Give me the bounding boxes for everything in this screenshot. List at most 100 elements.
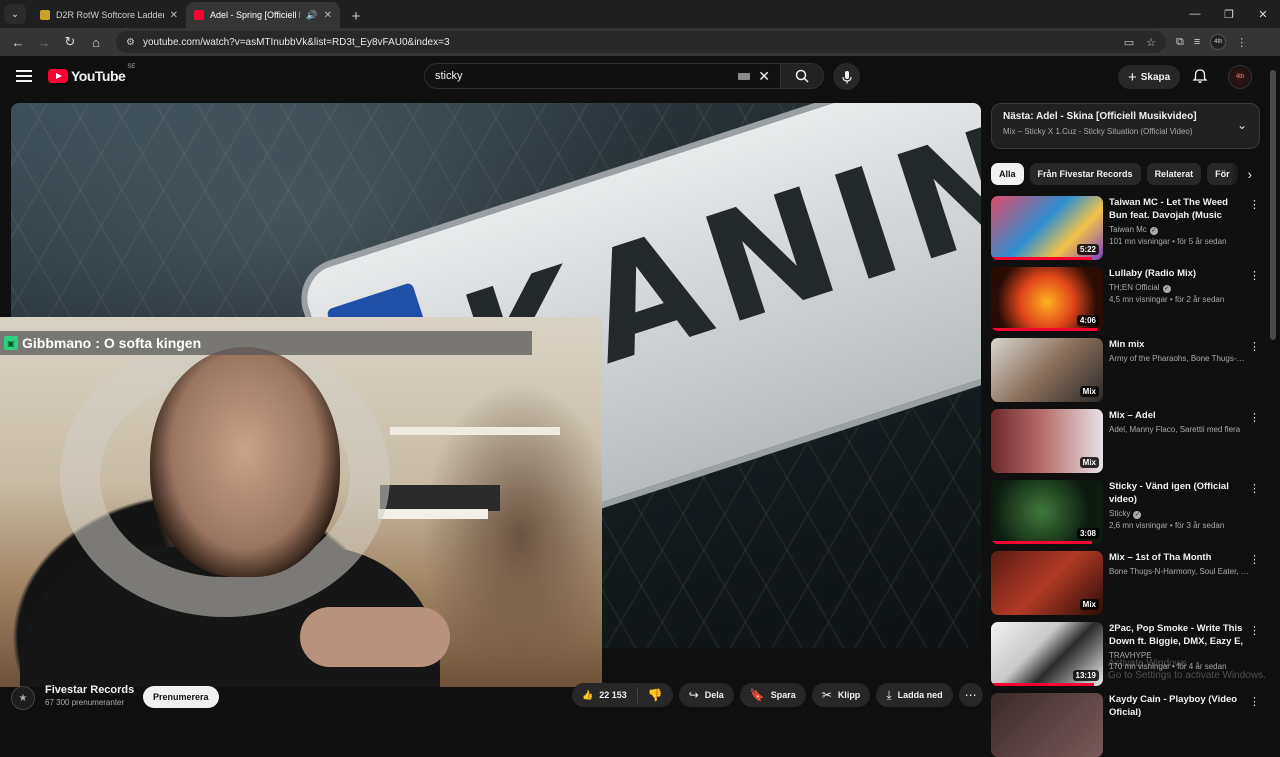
chip-related[interactable]: Relaterat bbox=[1146, 163, 1202, 185]
tab-favicon-icon bbox=[40, 10, 50, 20]
video-channel[interactable]: Taiwan Mc ✓ bbox=[1109, 225, 1249, 235]
more-vertical-icon[interactable]: ⋮ bbox=[1249, 695, 1260, 708]
tab-close-icon[interactable]: ✕ bbox=[324, 10, 332, 21]
create-button[interactable]: + Skapa bbox=[1118, 65, 1181, 89]
video-thumbnail[interactable]: 13:19 bbox=[991, 622, 1103, 686]
share-button[interactable]: ↪ Dela bbox=[678, 683, 734, 707]
more-vertical-icon[interactable]: ⋮ bbox=[1249, 411, 1260, 424]
list-item[interactable]: Mix Mix – Adel Adel, Manny Flaco, Sarett… bbox=[991, 409, 1260, 473]
window-controls: — ❐ ✕ bbox=[1178, 0, 1280, 28]
video-title[interactable]: 2Pac, Pop Smoke - Write This Down ft. Bi… bbox=[1109, 622, 1249, 648]
notifications-button[interactable] bbox=[1192, 68, 1208, 89]
more-vertical-icon[interactable]: ⋮ bbox=[1249, 553, 1260, 566]
verified-icon: ✓ bbox=[1133, 511, 1142, 519]
video-title[interactable]: Kaydy Cain - Playboy (Video Oficial) bbox=[1109, 693, 1249, 719]
browser-menu-icon[interactable]: ⋮ bbox=[1236, 36, 1247, 49]
video-channel[interactable]: Sticky ✓ bbox=[1109, 509, 1249, 519]
bookmark-star-icon[interactable]: ☆ bbox=[1146, 36, 1156, 49]
new-tab-button[interactable]: + bbox=[344, 4, 368, 28]
video-title[interactable]: Min mix bbox=[1109, 338, 1249, 351]
video-channel[interactable]: Bone Thugs-N-Harmony, Soul Eater, Mo ... bbox=[1109, 567, 1249, 576]
restore-icon[interactable]: ❐ bbox=[1212, 0, 1246, 28]
list-item[interactable]: 5:22 Taiwan MC - Let The Weed Bun feat. … bbox=[991, 196, 1260, 260]
clip-button[interactable]: ✂ Klipp bbox=[811, 683, 871, 707]
video-channel[interactable]: TH;EN Official ✓ bbox=[1109, 283, 1249, 293]
video-meta: Lullaby (Radio Mix) TH;EN Official ✓ 4,5 … bbox=[1109, 267, 1249, 331]
more-vertical-icon[interactable]: ⋮ bbox=[1249, 269, 1260, 282]
video-thumbnail[interactable]: Mix bbox=[991, 551, 1103, 615]
chip-from-channel[interactable]: Från Fivestar Records bbox=[1029, 163, 1141, 185]
list-item[interactable]: Kaydy Cain - Playboy (Video Oficial) ⋮ bbox=[991, 693, 1260, 757]
page-scrollbar[interactable] bbox=[1270, 70, 1276, 340]
video-channel[interactable]: Adel, Manny Flaco, Sarettii med flera bbox=[1109, 425, 1249, 434]
video-thumbnail[interactable] bbox=[991, 693, 1103, 757]
browser-tab-1[interactable]: D2R RotW Softcore Ladder Tra ✕ bbox=[32, 2, 186, 28]
list-item[interactable]: 3:08 Sticky - Vänd igen (Official video)… bbox=[991, 480, 1260, 544]
tab-close-icon[interactable]: ✕ bbox=[170, 10, 178, 21]
chevron-down-icon[interactable]: ⌄ bbox=[1237, 118, 1247, 132]
more-vertical-icon[interactable]: ⋮ bbox=[1249, 482, 1260, 495]
video-actions-row: ★ Fivestar Records 67 300 prenumeranter … bbox=[0, 682, 990, 720]
save-button[interactable]: 🔖 Spara bbox=[739, 683, 806, 707]
list-item[interactable]: 4:06 Lullaby (Radio Mix) TH;EN Official ✓… bbox=[991, 267, 1260, 331]
like-button[interactable]: 👍 22 153 bbox=[572, 687, 638, 703]
video-channel[interactable]: Army of the Pharaohs, Bone Thugs-N-Ha... bbox=[1109, 354, 1249, 363]
browser-tab-2[interactable]: Adel - Spring [Officiell Musi 🔊 ✕ bbox=[186, 2, 340, 28]
back-icon[interactable]: ← bbox=[6, 30, 30, 54]
extensions-icon[interactable]: ⧉ bbox=[1176, 36, 1184, 49]
youtube-logo[interactable]: YouTube SE bbox=[48, 64, 135, 84]
clear-search-icon[interactable]: ✕ bbox=[758, 68, 770, 85]
video-title[interactable]: Mix – 1st of Tha Month bbox=[1109, 551, 1249, 564]
video-duration: Mix bbox=[1079, 457, 1099, 468]
list-item[interactable]: Mix Mix – 1st of Tha Month Bone Thugs-N-… bbox=[991, 551, 1260, 615]
plus-icon: + bbox=[1128, 68, 1137, 86]
more-vertical-icon[interactable]: ⋮ bbox=[1249, 624, 1260, 637]
search-field[interactable]: ✕ bbox=[424, 63, 780, 89]
chip-all[interactable]: Alla bbox=[991, 163, 1024, 185]
video-thumbnail[interactable]: Mix bbox=[991, 338, 1103, 402]
more-vertical-icon[interactable]: ⋮ bbox=[1249, 340, 1260, 353]
reload-icon[interactable]: ↻ bbox=[58, 30, 82, 54]
video-thumbnail[interactable]: 5:22 bbox=[991, 196, 1103, 260]
cast-icon[interactable]: ▭ bbox=[1124, 36, 1134, 49]
video-title[interactable]: Mix – Adel bbox=[1109, 409, 1249, 422]
minimize-icon[interactable]: — bbox=[1178, 0, 1212, 28]
hamburger-menu-icon[interactable] bbox=[16, 68, 32, 84]
site-info-icon[interactable]: ⚙ bbox=[126, 37, 135, 48]
account-avatar[interactable]: 4th bbox=[1228, 65, 1252, 89]
thumbs-up-icon: 👍 bbox=[582, 689, 594, 700]
channel-name[interactable]: Fivestar Records bbox=[45, 684, 134, 696]
voice-search-button[interactable] bbox=[833, 63, 860, 90]
list-item[interactable]: Mix Min mix Army of the Pharaohs, Bone T… bbox=[991, 338, 1260, 402]
tab-search-menu-icon[interactable]: ⌄ bbox=[4, 4, 26, 24]
channel-avatar[interactable]: ★ bbox=[11, 686, 35, 710]
video-duration: Mix bbox=[1079, 599, 1099, 610]
forward-icon[interactable]: → bbox=[32, 30, 56, 54]
window-close-icon[interactable]: ✕ bbox=[1246, 0, 1280, 28]
video-thumbnail[interactable]: 4:06 bbox=[991, 267, 1103, 331]
video-title[interactable]: Sticky - Vänd igen (Official video) bbox=[1109, 480, 1249, 506]
chevron-right-icon[interactable]: › bbox=[1230, 163, 1260, 185]
chat-badge-icon: ▣ bbox=[4, 336, 18, 350]
profile-avatar[interactable]: 4th bbox=[1210, 34, 1227, 50]
search-button[interactable] bbox=[780, 63, 824, 89]
address-bar[interactable]: ⚙ youtube.com/watch?v=asMTInubbVk&list=R… bbox=[116, 31, 1166, 53]
watch-progress-bar bbox=[991, 257, 1092, 260]
browser-tab-bar: ⌄ D2R RotW Softcore Ladder Tra ✕ Adel - … bbox=[0, 0, 1280, 28]
video-title[interactable]: Taiwan MC - Let The Weed Bun feat. Davoj… bbox=[1109, 196, 1249, 222]
download-button[interactable]: ⤓ Ladda ned bbox=[876, 683, 953, 707]
dislike-button[interactable]: 👎 bbox=[638, 688, 673, 702]
up-next-card[interactable]: Nästa: Adel - Skina [Officiell Musikvide… bbox=[991, 103, 1260, 149]
video-thumbnail[interactable]: 3:08 bbox=[991, 480, 1103, 544]
background-tv bbox=[380, 485, 500, 511]
media-controls-icon[interactable]: ≡ bbox=[1194, 36, 1200, 48]
speaker-icon[interactable]: 🔊 bbox=[306, 10, 317, 21]
video-thumbnail[interactable]: Mix bbox=[991, 409, 1103, 473]
more-actions-button[interactable]: ⋯ bbox=[958, 683, 983, 707]
subscribe-button[interactable]: Prenumerera bbox=[143, 686, 219, 708]
home-icon[interactable]: ⌂ bbox=[84, 30, 108, 54]
video-title[interactable]: Lullaby (Radio Mix) bbox=[1109, 267, 1249, 280]
more-vertical-icon[interactable]: ⋮ bbox=[1249, 198, 1260, 211]
search-input[interactable] bbox=[435, 70, 739, 82]
keyboard-icon[interactable] bbox=[738, 72, 751, 80]
